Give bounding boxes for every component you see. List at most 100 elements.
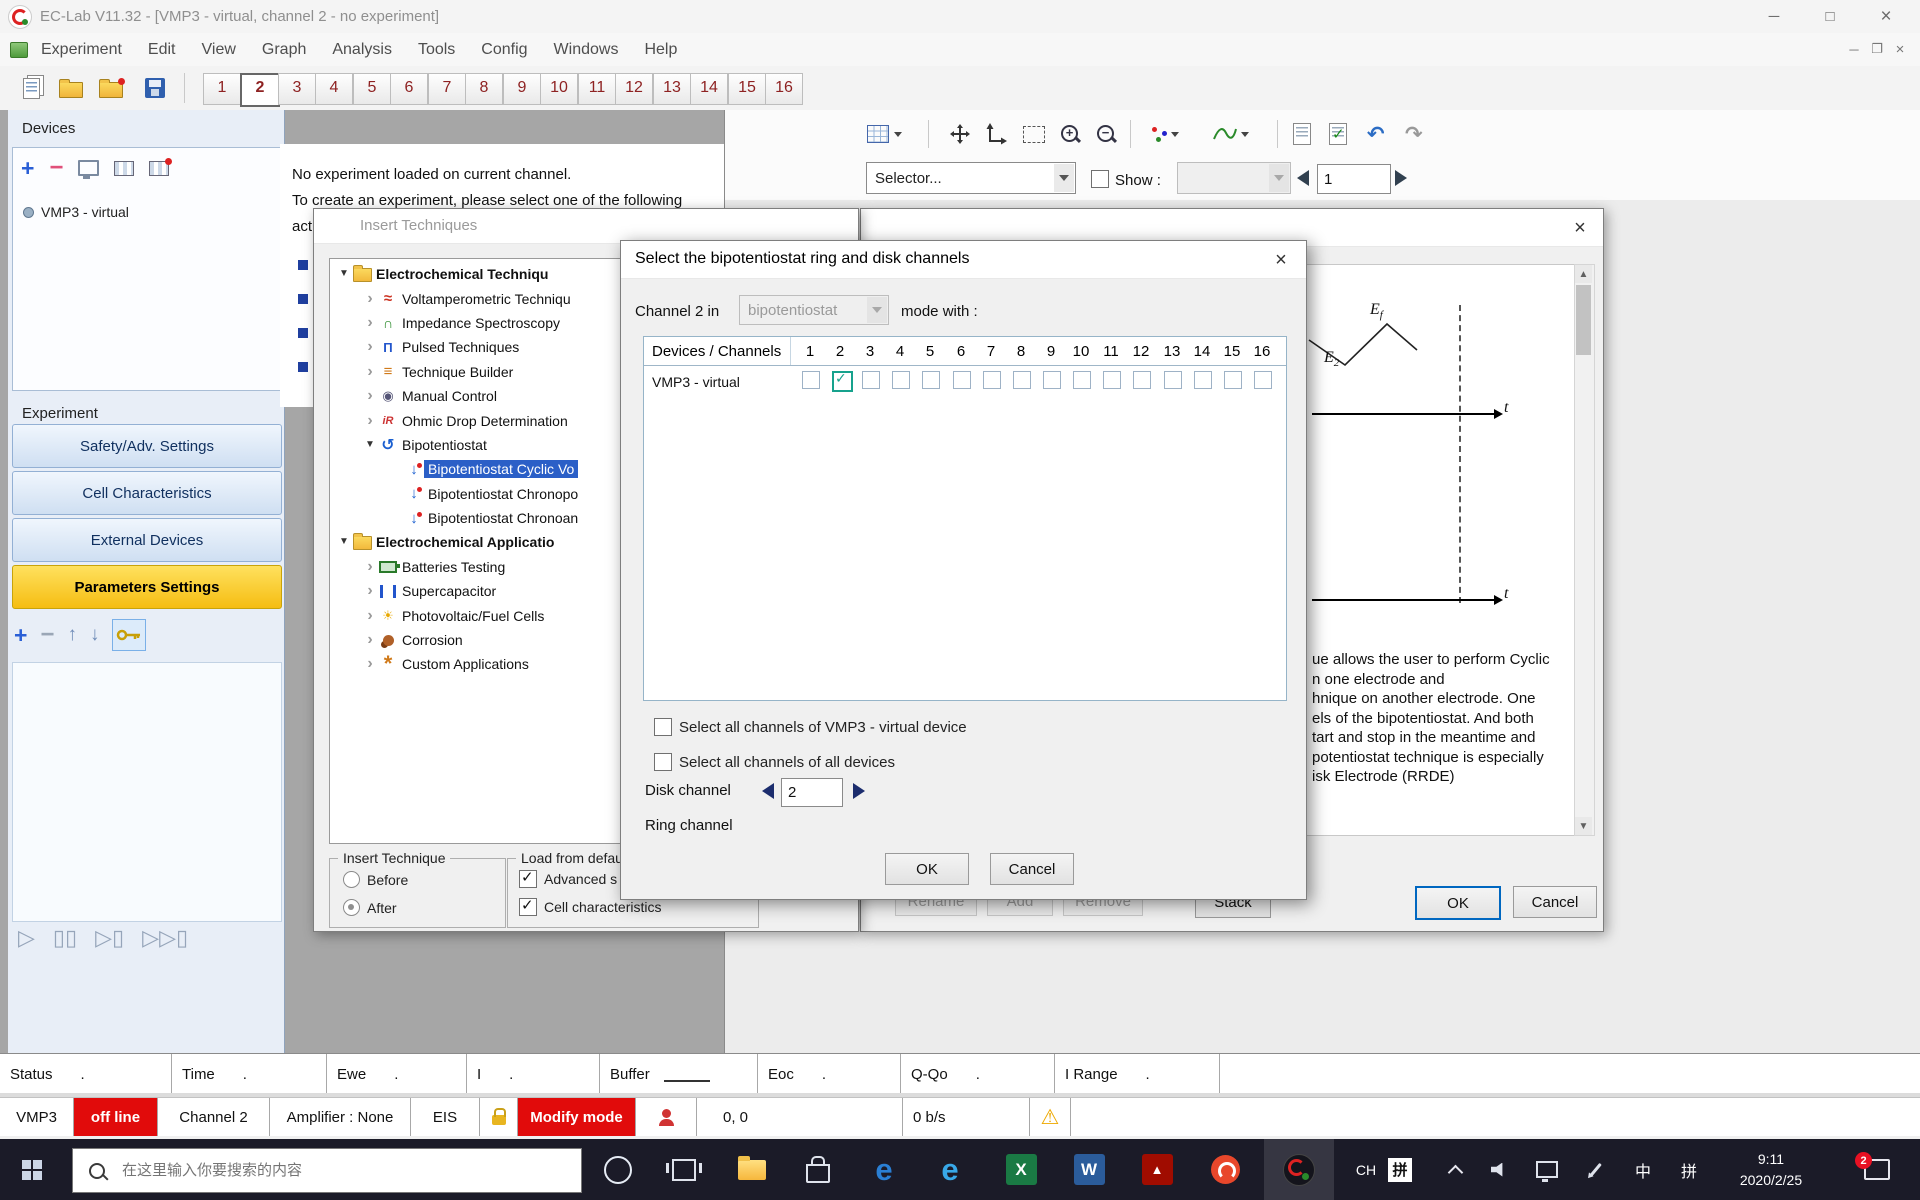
- channel-button-10[interactable]: 10: [540, 73, 578, 105]
- store-button[interactable]: [790, 1139, 846, 1200]
- scroll-down-icon[interactable]: ▼: [1575, 817, 1592, 835]
- volume-button[interactable]: [1484, 1139, 1514, 1200]
- menu-windows[interactable]: Windows: [541, 33, 632, 66]
- channel-checkbox-1[interactable]: [802, 371, 820, 389]
- channel-checkbox-13[interactable]: [1164, 371, 1182, 389]
- undo-button[interactable]: ↶: [1367, 118, 1385, 150]
- ime-indicator[interactable]: 拼: [1386, 1139, 1414, 1200]
- expand-icon[interactable]: ›: [362, 559, 378, 575]
- mdi-minimize-button[interactable]: ─: [1843, 38, 1865, 60]
- cell-characteristics-row[interactable]: Cell characteristics: [519, 898, 661, 916]
- scroll-up-icon[interactable]: ▲: [1575, 265, 1592, 283]
- channel-button-4[interactable]: 4: [315, 73, 353, 105]
- action-center-button[interactable]: 2: [1848, 1139, 1906, 1200]
- expand-icon[interactable]: ›: [362, 315, 378, 331]
- select-device-checkbox[interactable]: [654, 718, 672, 736]
- menu-experiment[interactable]: Experiment: [28, 33, 135, 66]
- channel-button-11[interactable]: 11: [578, 73, 616, 105]
- menu-view[interactable]: View: [189, 33, 249, 66]
- acrobat-button[interactable]: ▲: [1128, 1139, 1186, 1200]
- cancel-button[interactable]: Cancel: [1513, 886, 1597, 918]
- key-icon[interactable]: [112, 619, 146, 651]
- channel-button-1[interactable]: 1: [203, 73, 241, 105]
- channel-button-16[interactable]: 16: [765, 73, 803, 105]
- select-region-button[interactable]: [1023, 118, 1045, 150]
- remove-technique-icon[interactable]: −: [40, 625, 54, 645]
- clock[interactable]: 9:11 2020/2/25: [1716, 1139, 1826, 1200]
- ok-button[interactable]: OK: [885, 853, 969, 885]
- expand-icon[interactable]: ›: [362, 656, 378, 672]
- file-explorer-button[interactable]: [724, 1139, 780, 1200]
- expand-icon[interactable]: ›: [362, 388, 378, 404]
- channel-checkbox-12[interactable]: [1133, 371, 1151, 389]
- internet-explorer-button[interactable]: e: [856, 1139, 912, 1200]
- pause-icon[interactable]: ▯▯: [53, 925, 77, 951]
- collapse-icon[interactable]: ▼: [336, 534, 352, 550]
- open-experiment-button[interactable]: [54, 72, 88, 104]
- channel-button-7[interactable]: 7: [428, 73, 466, 105]
- maximize-button[interactable]: □: [1802, 0, 1858, 33]
- task-view-button[interactable]: [656, 1139, 712, 1200]
- close-icon[interactable]: ×: [1266, 247, 1296, 273]
- scrollbar[interactable]: ▲ ▼: [1574, 264, 1595, 836]
- channel-button-13[interactable]: 13: [653, 73, 691, 105]
- language-indicator[interactable]: CH: [1350, 1139, 1382, 1200]
- after-radio-row[interactable]: After: [343, 899, 397, 916]
- expand-icon[interactable]: ›: [362, 632, 378, 648]
- channel-button-12[interactable]: 12: [615, 73, 653, 105]
- word-button[interactable]: W: [1060, 1139, 1118, 1200]
- points-button[interactable]: [1149, 118, 1179, 150]
- taskbar-search[interactable]: [72, 1148, 582, 1193]
- page-next-icon[interactable]: [1395, 170, 1407, 186]
- move-button[interactable]: [949, 118, 971, 150]
- before-radio-row[interactable]: Before: [343, 871, 408, 888]
- expand-icon[interactable]: ›: [362, 291, 378, 307]
- device-table-delete-icon[interactable]: [149, 161, 169, 176]
- channel-button-8[interactable]: 8: [465, 73, 503, 105]
- zoom-in-button[interactable]: +: [1059, 118, 1081, 150]
- cancel-button[interactable]: Cancel: [990, 853, 1074, 885]
- cell-characteristics-checkbox[interactable]: [519, 898, 537, 916]
- channel-button-14[interactable]: 14: [690, 73, 728, 105]
- skip-end-icon[interactable]: ▷▷▯: [142, 925, 188, 951]
- disk-previous-icon[interactable]: [762, 783, 774, 799]
- menu-edit[interactable]: Edit: [135, 33, 189, 66]
- mdi-restore-button[interactable]: ❐: [1866, 38, 1888, 60]
- channel-button-9[interactable]: 9: [503, 73, 541, 105]
- device-tree-item[interactable]: VMP3 - virtual: [23, 204, 129, 220]
- play-icon[interactable]: ▷: [18, 925, 35, 951]
- channel-checkbox-16[interactable]: [1254, 371, 1272, 389]
- ime-mode-button[interactable]: 中: [1628, 1139, 1658, 1200]
- layout-button[interactable]: [867, 118, 902, 150]
- channel-button-5[interactable]: 5: [353, 73, 391, 105]
- channel-checkbox-2[interactable]: [832, 371, 853, 392]
- channel-checkbox-9[interactable]: [1043, 371, 1061, 389]
- disk-channel-input[interactable]: [781, 778, 843, 807]
- remove-device-icon[interactable]: −: [49, 158, 63, 178]
- data-sheet-button[interactable]: [1293, 118, 1311, 150]
- channel-checkbox-14[interactable]: [1194, 371, 1212, 389]
- channel-button-6[interactable]: 6: [390, 73, 428, 105]
- menu-config[interactable]: Config: [468, 33, 540, 66]
- add-device-icon[interactable]: +: [21, 157, 34, 179]
- edge-button[interactable]: e: [922, 1139, 978, 1200]
- channel-button-15[interactable]: 15: [728, 73, 766, 105]
- zoom-out-button[interactable]: −: [1095, 118, 1117, 150]
- select-all-checkbox[interactable]: [654, 753, 672, 771]
- pen-button[interactable]: [1580, 1139, 1610, 1200]
- device-table-icon[interactable]: [114, 161, 134, 176]
- selector-dropdown[interactable]: Selector...: [866, 162, 1076, 194]
- channel-checkbox-6[interactable]: [953, 371, 971, 389]
- channel-checkbox-8[interactable]: [1013, 371, 1031, 389]
- select-all-row[interactable]: Select all channels of all devices: [654, 753, 895, 771]
- minimize-button[interactable]: ─: [1746, 0, 1802, 33]
- eclab-taskbar-button[interactable]: [1264, 1139, 1334, 1200]
- redo-button[interactable]: ↷: [1405, 118, 1423, 150]
- move-down-icon[interactable]: ↓: [90, 624, 100, 646]
- channel-checkbox-5[interactable]: [922, 371, 940, 389]
- new-protocol-button[interactable]: [14, 72, 48, 104]
- start-button[interactable]: [0, 1139, 64, 1200]
- menu-tools[interactable]: Tools: [405, 33, 468, 66]
- menu-analysis[interactable]: Analysis: [319, 33, 405, 66]
- move-up-icon[interactable]: ↑: [67, 624, 77, 646]
